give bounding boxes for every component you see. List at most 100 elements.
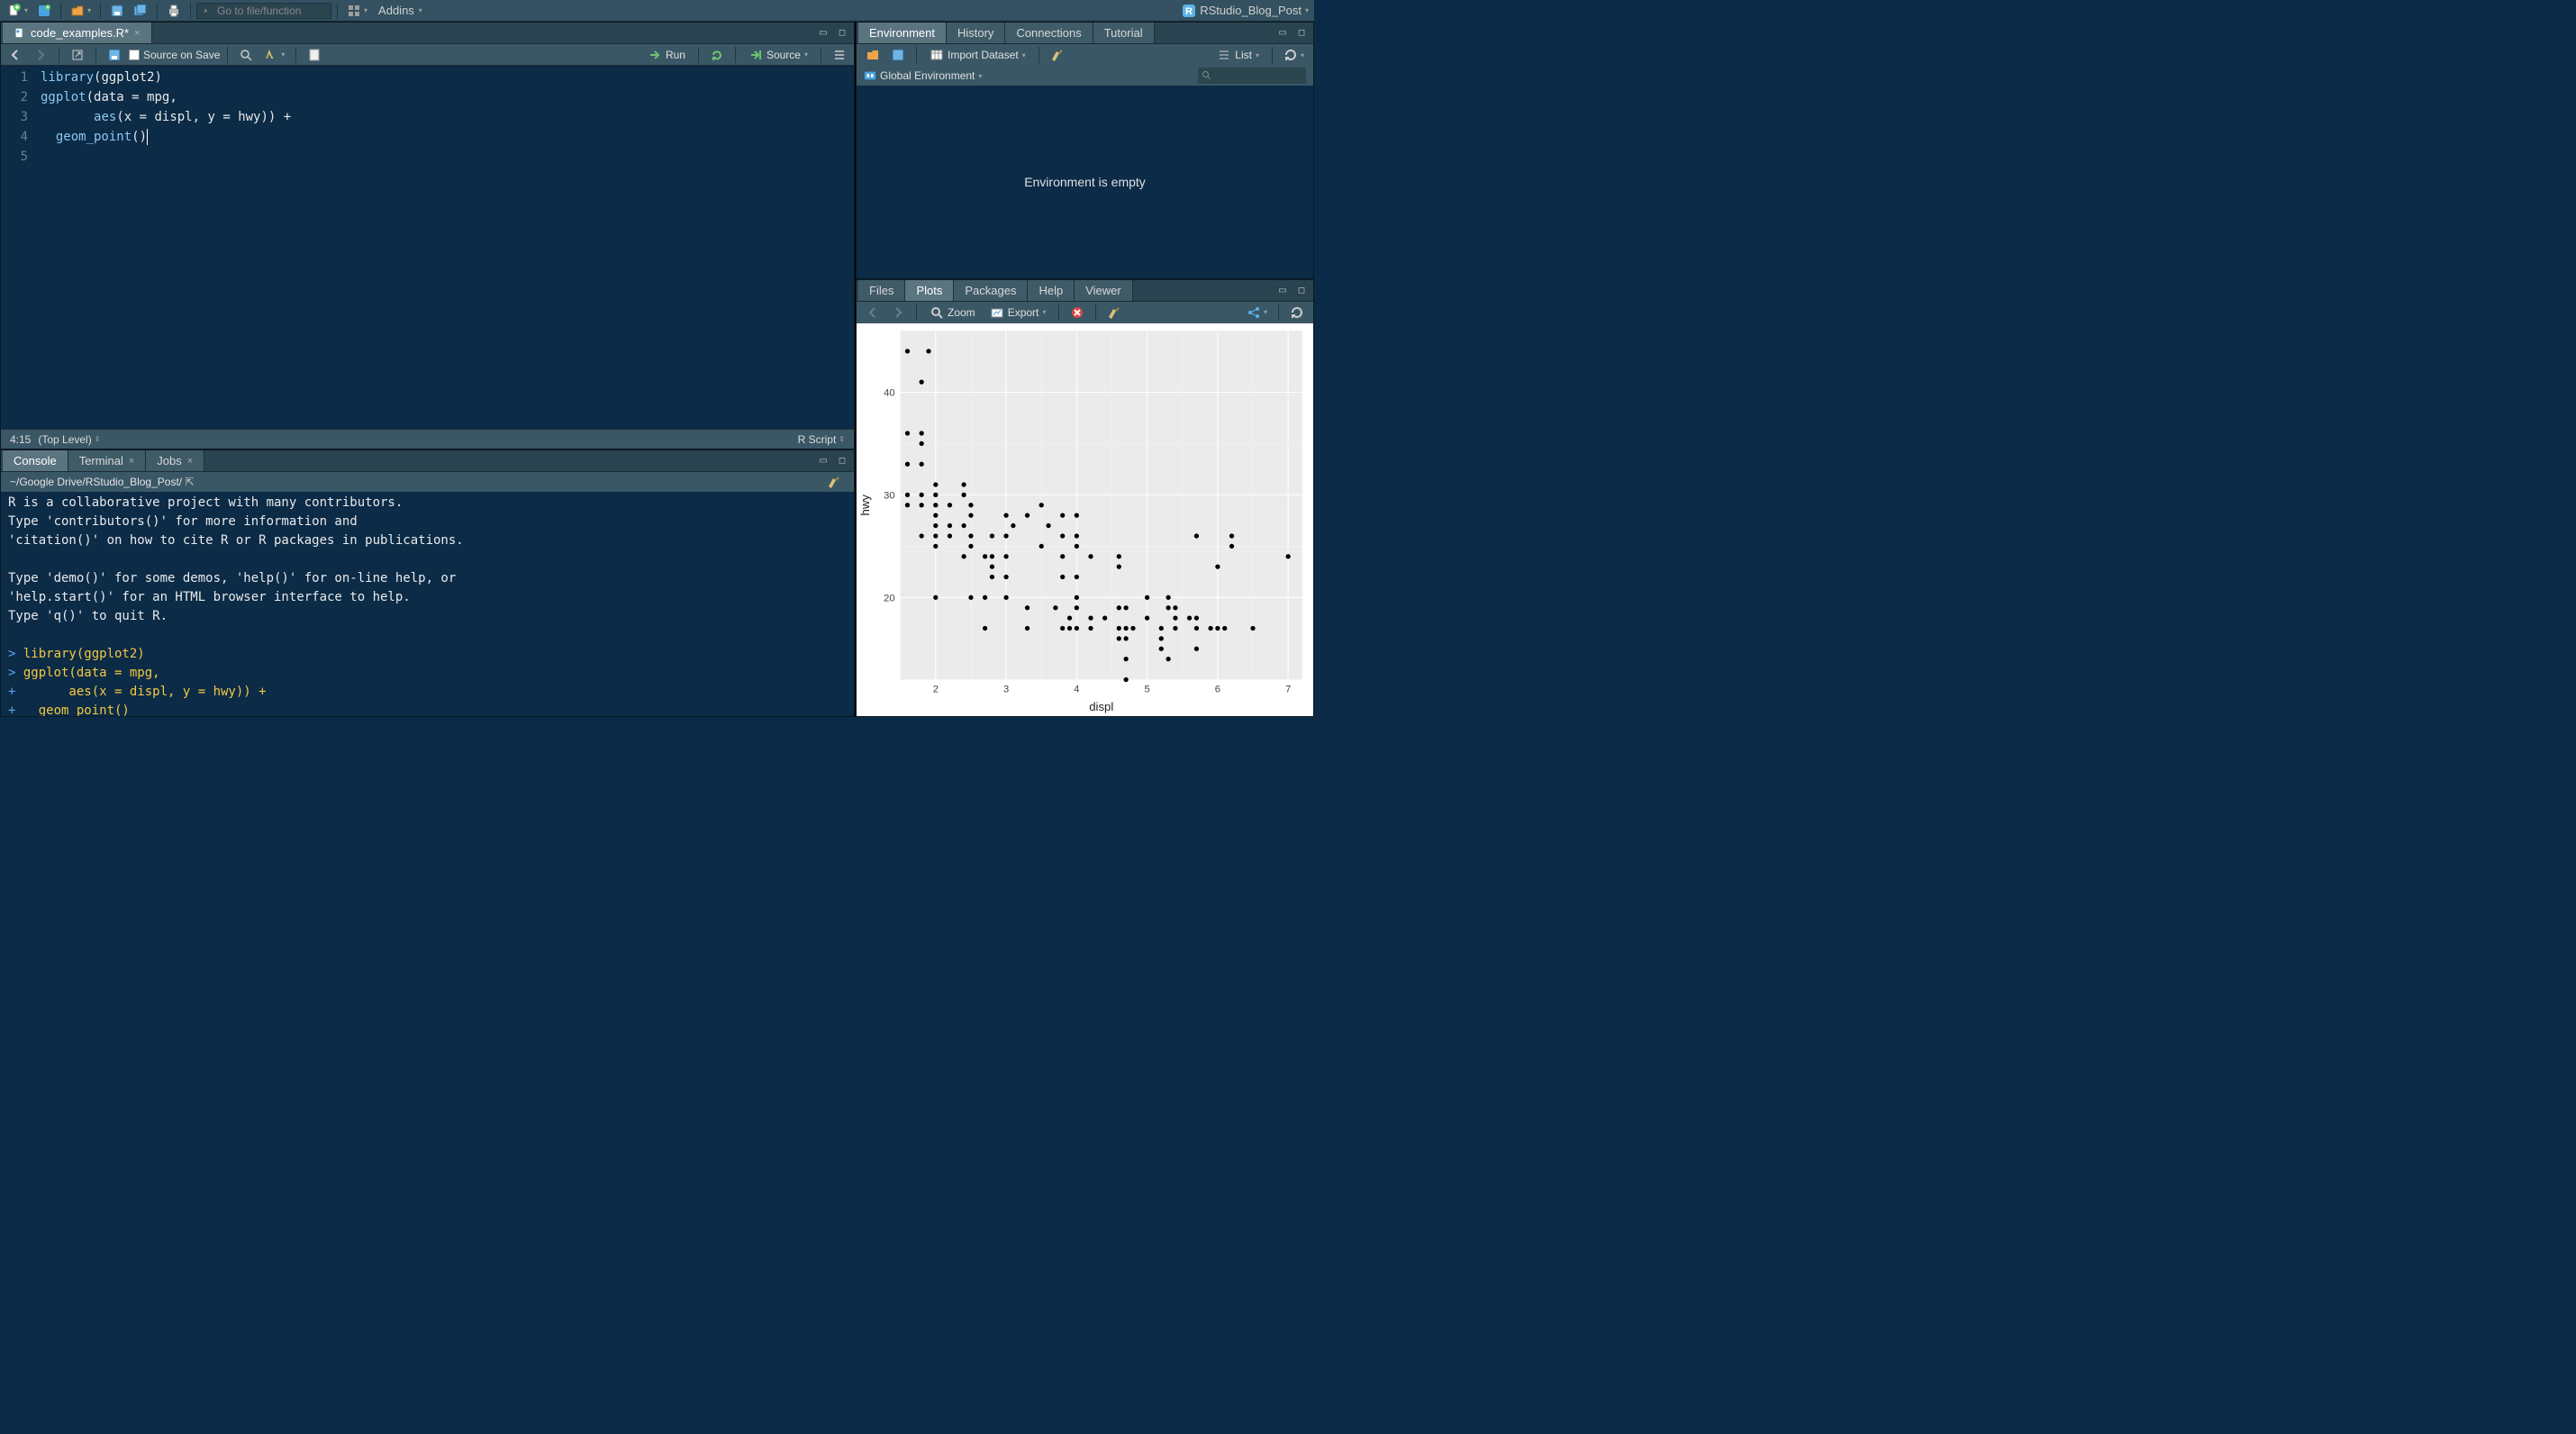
save-button[interactable]	[106, 2, 128, 20]
forward-button[interactable]	[30, 46, 51, 64]
close-icon[interactable]: ×	[187, 456, 193, 467]
goto-file-function-input[interactable]: Go to file/function	[196, 3, 331, 19]
clear-console-button[interactable]	[823, 473, 845, 491]
env-search-input[interactable]	[1198, 68, 1306, 84]
plot-next-button[interactable]	[887, 304, 909, 322]
print-button[interactable]	[163, 2, 185, 20]
chevron-down-icon: ▾	[1305, 6, 1309, 14]
source-button[interactable]: Source ▾	[743, 48, 813, 62]
save-workspace-button[interactable]	[887, 46, 909, 64]
refresh-env-button[interactable]: ▾	[1280, 46, 1308, 64]
tab-files[interactable]: Files	[858, 280, 905, 301]
export-button[interactable]: Export▾	[984, 305, 1052, 320]
outline-button[interactable]	[829, 46, 850, 64]
minimize-pane-button[interactable]: ▭	[1274, 27, 1291, 40]
chevron-down-icon: ▾	[87, 6, 91, 14]
maximize-pane-button[interactable]: ◻	[1293, 284, 1310, 296]
console-output[interactable]: R is a collaborative project with many c…	[1, 492, 854, 716]
source-toolbar: Source on Save ▾ Run	[1, 44, 854, 66]
run-button[interactable]: Run	[642, 48, 691, 62]
console-pane: Console Terminal× Jobs× ▭ ◻ ~/Google Dri…	[0, 449, 855, 717]
console-path-bar: ~/Google Drive/RStudio_Blog_Post/ ⇱	[1, 472, 854, 492]
env-scope-selector[interactable]: Global Environment▾	[880, 69, 982, 82]
save-all-button[interactable]	[130, 2, 151, 20]
maximize-pane-button[interactable]: ◻	[1293, 27, 1310, 40]
tab-connections[interactable]: Connections	[1005, 23, 1093, 43]
new-file-button[interactable]: ▾	[4, 2, 32, 20]
goto-placeholder: Go to file/function	[217, 5, 301, 17]
show-in-new-window-button[interactable]	[67, 46, 88, 64]
find-button[interactable]	[235, 46, 257, 64]
source-tab-label: code_examples.R*	[31, 26, 129, 40]
svg-text:5: 5	[1145, 685, 1150, 695]
source-tab[interactable]: code_examples.R* ×	[3, 23, 152, 43]
svg-text:3: 3	[1003, 685, 1009, 695]
chevron-down-icon: ▾	[24, 6, 28, 14]
plots-pane: Files Plots Packages Help Viewer ▭ ◻	[856, 279, 1314, 717]
addins-menu[interactable]: Addins ▾	[373, 2, 426, 20]
tools-grid-button[interactable]: ▾	[343, 2, 371, 20]
cursor-position: 4:15	[10, 433, 31, 446]
minimize-pane-button[interactable]: ▭	[815, 455, 831, 467]
env-toolbar: Import Dataset▾ List▾ ▾	[857, 44, 1313, 66]
svg-text:7: 7	[1285, 685, 1291, 695]
compile-report-button[interactable]	[304, 46, 325, 64]
source-on-save-label: Source on Save	[143, 49, 220, 61]
tab-tutorial[interactable]: Tutorial	[1093, 23, 1155, 43]
tab-jobs[interactable]: Jobs×	[146, 450, 204, 471]
env-empty-message: Environment is empty	[1024, 175, 1146, 189]
back-button[interactable]	[5, 46, 26, 64]
popout-icon[interactable]: ⇱	[185, 476, 194, 488]
tab-viewer[interactable]: Viewer	[1075, 280, 1133, 301]
filetype-selector[interactable]: R Script⇕	[798, 433, 845, 446]
project-menu[interactable]: R RStudio_Blog_Post ▾	[1182, 4, 1311, 18]
scope-selector[interactable]: (Top Level)⇕	[38, 433, 100, 446]
env-scope-bar: Global Environment▾	[857, 66, 1313, 86]
tab-console[interactable]: Console	[3, 450, 68, 471]
svg-text:hwy: hwy	[858, 495, 872, 516]
svg-text:6: 6	[1215, 685, 1220, 695]
source-on-save-checkbox[interactable]: Source on Save	[129, 49, 220, 61]
svg-text:displ: displ	[1089, 700, 1113, 713]
import-dataset-button[interactable]: Import Dataset▾	[924, 48, 1031, 62]
source-statusbar: 4:15 (Top Level)⇕ R Script⇕	[1, 429, 854, 449]
close-icon[interactable]: ×	[129, 456, 134, 467]
publish-plot-button[interactable]: ▾	[1243, 304, 1271, 322]
tab-terminal[interactable]: Terminal×	[68, 450, 147, 471]
save-source-button[interactable]	[104, 46, 125, 64]
load-workspace-button[interactable]	[862, 46, 884, 64]
view-mode-button[interactable]: List▾	[1211, 48, 1265, 62]
tab-plots[interactable]: Plots	[905, 280, 954, 301]
svg-text:30: 30	[884, 490, 894, 501]
minimize-pane-button[interactable]: ▭	[815, 27, 831, 40]
close-icon[interactable]: ×	[134, 28, 140, 39]
rerun-button[interactable]	[706, 46, 728, 64]
clear-env-button[interactable]	[1047, 46, 1068, 64]
tab-environment[interactable]: Environment	[858, 23, 947, 43]
refresh-plot-button[interactable]	[1286, 304, 1308, 322]
open-file-button[interactable]: ▾	[67, 2, 95, 20]
code-editor[interactable]: 12345 library(ggplot2)ggplot(data = mpg,…	[1, 66, 854, 429]
code-tools-button[interactable]: ▾	[260, 46, 288, 64]
tab-history[interactable]: History	[947, 23, 1005, 43]
env-body: Environment is empty	[857, 86, 1313, 278]
maximize-pane-button[interactable]: ◻	[834, 27, 850, 40]
remove-plot-button[interactable]	[1066, 304, 1088, 322]
main-toolbar: ▾ ▾ Go to file/function ▾	[0, 0, 1314, 22]
clear-plots-button[interactable]	[1103, 304, 1125, 322]
tab-packages[interactable]: Packages	[954, 280, 1028, 301]
minimize-pane-button[interactable]: ▭	[1274, 284, 1291, 296]
chevron-down-icon: ▾	[364, 6, 367, 14]
tab-help[interactable]: Help	[1028, 280, 1075, 301]
working-directory: ~/Google Drive/RStudio_Blog_Post/	[10, 476, 182, 488]
plot-prev-button[interactable]	[862, 304, 884, 322]
plots-toolbar: Zoom Export▾ ▾	[857, 302, 1313, 323]
svg-text:R: R	[1185, 6, 1193, 17]
new-project-button[interactable]	[33, 2, 55, 20]
plot-canvas: 234567203040displhwy	[857, 323, 1313, 716]
svg-text:4: 4	[1074, 685, 1079, 695]
scope-icon	[864, 67, 876, 85]
zoom-button[interactable]: Zoom	[924, 305, 981, 320]
chevron-down-icon: ▾	[419, 6, 422, 14]
maximize-pane-button[interactable]: ◻	[834, 455, 850, 467]
